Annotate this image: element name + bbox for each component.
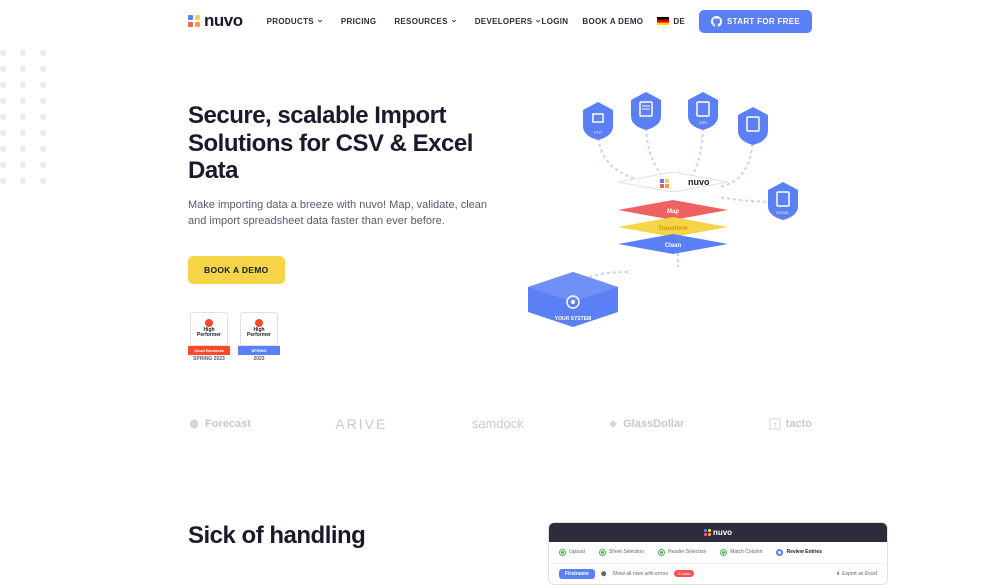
nav: PRODUCTS PRICING RESOURCES DEVELOPERS xyxy=(267,17,542,26)
logo-glassdollar: GlassDollar xyxy=(608,418,684,430)
hero-section: Secure, scalable Import Solutions for CS… xyxy=(0,42,1000,360)
nav-resources[interactable]: RESOURCES xyxy=(394,17,456,26)
svg-text:Clean: Clean xyxy=(665,243,682,249)
hero-illustration-wrap: FTP CSV EXCEL xyxy=(538,102,812,360)
step-label: Header Selection xyxy=(668,549,706,555)
logo-label: Forecast xyxy=(205,418,251,430)
nav-products[interactable]: PRODUCTS xyxy=(267,17,323,26)
svg-text:YOUR SYSTEM: YOUR SYSTEM xyxy=(555,316,591,322)
hero-content: Secure, scalable Import Solutions for CS… xyxy=(188,102,498,360)
section2-title: Sick of handling xyxy=(188,522,508,550)
section-handling: Sick of handling nuvo Upload Sheet Selec… xyxy=(0,432,1000,585)
mock-error-badge: 3 rows xyxy=(674,570,694,577)
svg-text:nuvo: nuvo xyxy=(688,177,710,187)
step-label: Review Entries xyxy=(786,549,822,555)
g2-badges: High Performer Small Business SPRING 202… xyxy=(188,312,498,360)
book-demo-link[interactable]: BOOK A DEMO xyxy=(582,17,643,26)
svg-text:t: t xyxy=(774,422,777,429)
svg-text:EXCEL: EXCEL xyxy=(776,210,790,215)
mock-step-match: Match Column xyxy=(720,549,762,556)
logo-label: GlassDollar xyxy=(623,418,684,430)
nav-label: DEVELOPERS xyxy=(475,17,533,26)
mock-step-header: Header Selection xyxy=(658,549,706,556)
logo[interactable]: nuvo xyxy=(188,11,243,31)
start-free-button[interactable]: START FOR FREE xyxy=(699,10,812,33)
login-link[interactable]: LOGIN xyxy=(542,17,569,26)
badge-g2-spring: High Performer SPRING 2023 xyxy=(238,312,280,360)
mock-step-upload: Upload xyxy=(559,549,585,556)
svg-text:CSV: CSV xyxy=(699,120,708,125)
nav-pricing[interactable]: PRICING xyxy=(341,17,376,26)
flag-de-icon xyxy=(657,17,669,25)
nav-developers[interactable]: DEVELOPERS xyxy=(475,17,542,26)
badge-year: 2023 xyxy=(238,356,280,362)
hero-title: Secure, scalable Import Solutions for CS… xyxy=(188,102,498,185)
section2-image: nuvo Upload Sheet Selection Header Selec… xyxy=(548,522,888,585)
badge-label: High Performer xyxy=(243,328,275,339)
cta-label: START FOR FREE xyxy=(727,17,800,26)
mock-toggle: Show all rows with errors xyxy=(613,571,669,577)
header: nuvo PRODUCTS PRICING RESOURCES DEVELOPE… xyxy=(0,0,1000,42)
hero-subtitle: Make importing data a breeze with nuvo! … xyxy=(188,197,488,230)
g2-icon xyxy=(255,319,263,327)
section2-content: Sick of handling xyxy=(188,522,508,585)
diamond-icon xyxy=(608,419,618,429)
mock-app: nuvo Upload Sheet Selection Header Selec… xyxy=(548,522,888,585)
chevron-down-icon xyxy=(535,18,541,24)
hexagon-icon xyxy=(188,418,200,430)
step-label: Sheet Selection xyxy=(609,549,644,555)
svg-text:Map: Map xyxy=(667,209,679,215)
badge-band: Small Business xyxy=(188,346,230,355)
logo-arive: ARIVE xyxy=(335,416,387,432)
language-switcher[interactable]: DE xyxy=(657,17,685,26)
mock-header: nuvo xyxy=(549,523,887,542)
mock-step-sheet: Sheet Selection xyxy=(599,549,644,556)
chevron-down-icon xyxy=(451,18,457,24)
badge-g2-small-business: High Performer Small Business SPRING 202… xyxy=(188,312,230,360)
header-right: LOGIN BOOK A DEMO DE START FOR FREE xyxy=(542,10,812,33)
mock-logo: nuvo xyxy=(704,528,732,537)
step-label: Upload xyxy=(569,549,585,555)
mock-pill: Firstname xyxy=(559,569,595,579)
mock-export: ⬇Export as Excel xyxy=(836,571,877,577)
logo-tacto: t tacto xyxy=(769,418,812,430)
svg-text:FTP: FTP xyxy=(594,130,602,135)
logo-forecast: Forecast xyxy=(188,418,251,430)
mock-steps: Upload Sheet Selection Header Selection … xyxy=(549,542,887,563)
lang-label: DE xyxy=(673,17,685,26)
mock-step-review: Review Entries xyxy=(776,549,822,556)
badge-band: SPRING xyxy=(238,346,280,355)
mock-brand: nuvo xyxy=(713,528,732,537)
mock-toolbar: Firstname ⬤ Show all rows with errors 3 … xyxy=(549,563,887,584)
hero-illustration: FTP CSV EXCEL xyxy=(518,72,838,352)
step-label: Match Column xyxy=(730,549,762,555)
logo-icon xyxy=(188,15,200,27)
header-left: nuvo PRODUCTS PRICING RESOURCES DEVELOPE… xyxy=(188,11,541,31)
nav-label: RESOURCES xyxy=(394,17,447,26)
g2-icon xyxy=(205,319,213,327)
logo-samdock: samdock xyxy=(472,416,524,431)
nav-label: PRICING xyxy=(341,17,376,26)
svg-text:Transform: Transform xyxy=(658,226,687,232)
export-label: Export as Excel xyxy=(842,571,877,577)
book-demo-button[interactable]: BOOK A DEMO xyxy=(188,256,285,284)
square-t-icon: t xyxy=(769,418,781,430)
github-icon xyxy=(711,16,722,27)
badge-label: High Performer xyxy=(193,328,225,339)
chevron-down-icon xyxy=(317,18,323,24)
logo-text: nuvo xyxy=(204,11,243,31)
nav-label: PRODUCTS xyxy=(267,17,314,26)
customer-logos: Forecast ARIVE samdock GlassDollar t tac… xyxy=(0,416,1000,432)
badge-year: SPRING 2023 xyxy=(188,356,230,362)
logo-label: tacto xyxy=(786,418,812,430)
